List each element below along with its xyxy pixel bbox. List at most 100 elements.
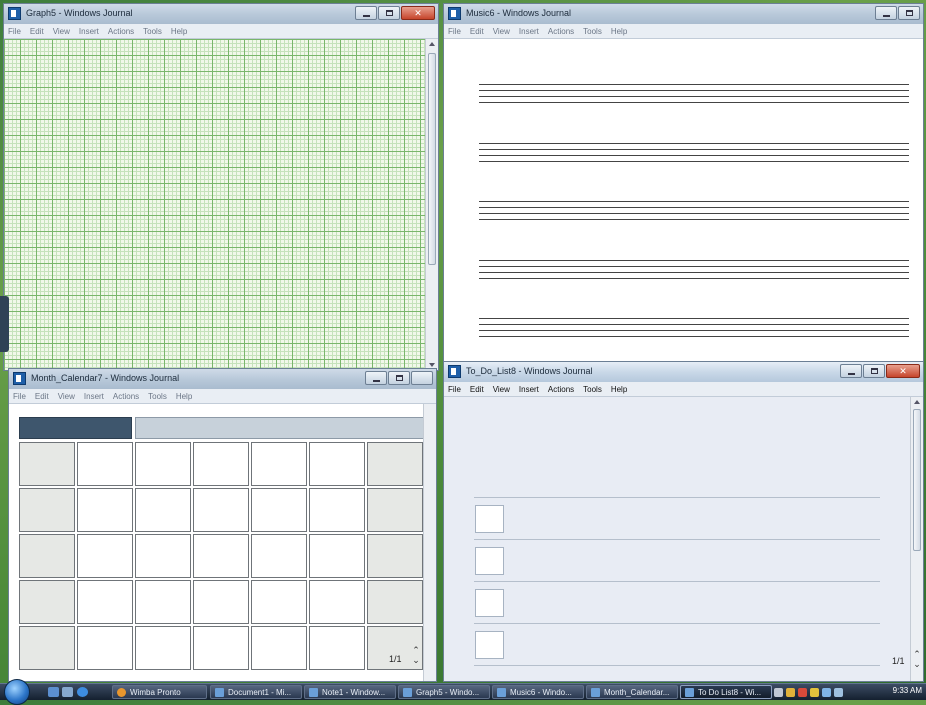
calendar-day-cell[interactable] — [367, 580, 423, 624]
calendar-day-cell[interactable] — [193, 442, 249, 486]
calendar-day-cell[interactable] — [77, 626, 133, 670]
calendar-day-cell[interactable] — [193, 626, 249, 670]
calendar-day-cell[interactable] — [251, 534, 307, 578]
menu-insert[interactable]: Insert — [519, 27, 539, 36]
menu-insert[interactable]: Insert — [519, 385, 539, 394]
todo-canvas[interactable]: 1/1 — [444, 397, 910, 681]
menu-insert[interactable]: Insert — [84, 392, 104, 401]
calendar-day-cell[interactable] — [135, 580, 191, 624]
minimize-button[interactable] — [355, 6, 377, 20]
scroll-down-icon[interactable] — [429, 363, 435, 367]
maximize-button[interactable] — [378, 6, 400, 20]
graph-titlebar[interactable]: Graph5 - Windows Journal — [4, 4, 438, 25]
calendar-day-cell[interactable] — [251, 488, 307, 532]
menu-edit[interactable]: Edit — [470, 385, 484, 394]
switch-windows-icon[interactable] — [62, 687, 73, 697]
calendar-day-cell[interactable] — [77, 488, 133, 532]
calendar-day-cell[interactable] — [193, 488, 249, 532]
menu-view[interactable]: View — [53, 27, 70, 36]
todo-window[interactable]: To_Do_List8 - Windows Journal File Edit … — [443, 361, 924, 682]
menu-edit[interactable]: Edit — [30, 27, 44, 36]
calendar-day-cell[interactable] — [309, 488, 365, 532]
music-titlebar[interactable]: Music6 - Windows Journal — [444, 4, 923, 25]
tray-network-icon[interactable] — [822, 687, 831, 697]
calendar-day-cell[interactable] — [135, 626, 191, 670]
menu-edit[interactable]: Edit — [470, 27, 484, 36]
calendar-day-cell[interactable] — [77, 534, 133, 578]
graph-paper-canvas[interactable] — [4, 39, 425, 370]
menu-tools[interactable]: Tools — [583, 385, 602, 394]
clock[interactable]: 9:33 AM — [893, 686, 922, 695]
taskbar-button-graph5[interactable]: Graph5 - Windo... — [398, 685, 490, 699]
restore-button[interactable] — [863, 364, 885, 378]
calendar-day-cell[interactable] — [367, 488, 423, 532]
calendar-day-cell[interactable] — [19, 442, 75, 486]
minimize-button[interactable] — [840, 364, 862, 378]
minimize-button[interactable] — [875, 6, 897, 20]
calendar-day-cell[interactable] — [135, 534, 191, 578]
taskbar-button-todo-list8[interactable]: To Do List8 - Wi... — [680, 685, 772, 699]
calendar-day-cell[interactable] — [251, 580, 307, 624]
start-button[interactable] — [4, 679, 30, 705]
menu-file[interactable]: File — [448, 27, 461, 36]
calendar-day-cell[interactable] — [367, 534, 423, 578]
page-nav[interactable]: ⌃ ⌄ — [411, 645, 421, 667]
menu-insert[interactable]: Insert — [79, 27, 99, 36]
browser-icon[interactable] — [77, 687, 88, 697]
close-button[interactable] — [886, 364, 920, 378]
scroll-up-icon[interactable] — [914, 400, 920, 404]
music-staff-canvas[interactable] — [444, 39, 923, 364]
vertical-scrollbar[interactable]: ⌃ ⌄ — [910, 397, 923, 681]
calendar-day-cell[interactable] — [309, 580, 365, 624]
calendar-day-cell[interactable] — [77, 442, 133, 486]
calendar-day-cell[interactable] — [367, 442, 423, 486]
menu-view[interactable]: View — [493, 27, 510, 36]
calendar-day-cell[interactable] — [309, 534, 365, 578]
menu-file[interactable]: File — [448, 385, 461, 394]
menu-edit[interactable]: Edit — [35, 392, 49, 401]
calendar-titlebar[interactable]: Month_Calendar7 - Windows Journal — [9, 369, 436, 390]
menu-actions[interactable]: Actions — [548, 27, 574, 36]
calendar-day-cell[interactable] — [135, 488, 191, 532]
tray-security-icon[interactable] — [798, 687, 807, 697]
tray-search-icon[interactable] — [786, 687, 795, 697]
page-up-icon[interactable]: ⌃ — [912, 649, 922, 659]
calendar-day-cell[interactable] — [309, 442, 365, 486]
page-down-icon[interactable]: ⌄ — [411, 655, 421, 665]
taskbar-button-document1[interactable]: Document1 - Mi... — [210, 685, 302, 699]
calendar-day-cell[interactable] — [77, 580, 133, 624]
minimize-button[interactable] — [365, 371, 387, 385]
calendar-day-cell[interactable] — [193, 580, 249, 624]
calendar-day-cell[interactable] — [251, 442, 307, 486]
calendar-day-cell[interactable] — [19, 488, 75, 532]
calendar-day-cell[interactable] — [309, 626, 365, 670]
calendar-day-cell[interactable] — [251, 626, 307, 670]
taskbar-button-wimba[interactable]: Wimba Pronto — [112, 685, 207, 699]
music-window[interactable]: Music6 - Windows Journal File Edit View … — [443, 3, 924, 365]
menu-actions[interactable]: Actions — [113, 392, 139, 401]
taskbar-button-music6[interactable]: Music6 - Windo... — [492, 685, 584, 699]
calendar-canvas[interactable]: 1/1 ⌃ ⌄ — [9, 404, 425, 681]
calendar-day-cell[interactable] — [19, 626, 75, 670]
menu-file[interactable]: File — [8, 27, 21, 36]
calendar-day-cell[interactable] — [135, 442, 191, 486]
taskbar-button-note1[interactable]: Note1 - Window... — [304, 685, 396, 699]
page-nav[interactable]: ⌃ ⌄ — [912, 649, 922, 671]
calendar-window[interactable]: Month_Calendar7 - Windows Journal File E… — [8, 368, 437, 682]
menu-tools[interactable]: Tools — [148, 392, 167, 401]
todo-checkbox[interactable] — [475, 589, 504, 617]
page-down-icon[interactable]: ⌄ — [912, 659, 922, 669]
scroll-up-icon[interactable] — [429, 42, 435, 46]
scroll-thumb[interactable] — [428, 53, 436, 265]
menu-view[interactable]: View — [58, 392, 75, 401]
calendar-day-cell[interactable] — [193, 534, 249, 578]
menu-actions[interactable]: Actions — [108, 27, 134, 36]
close-button[interactable] — [401, 6, 435, 20]
menu-file[interactable]: File — [13, 392, 26, 401]
show-desktop-icon[interactable] — [48, 687, 59, 697]
calendar-day-cell[interactable] — [19, 534, 75, 578]
tray-update-icon[interactable] — [810, 687, 819, 697]
graph-window[interactable]: Graph5 - Windows Journal File Edit View … — [3, 3, 439, 371]
todo-checkbox[interactable] — [475, 547, 504, 575]
menu-help[interactable]: Help — [611, 27, 627, 36]
